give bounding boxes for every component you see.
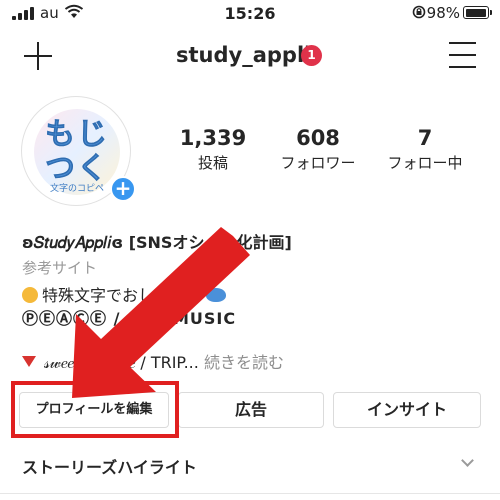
- red-arrow-icon: [72, 227, 250, 398]
